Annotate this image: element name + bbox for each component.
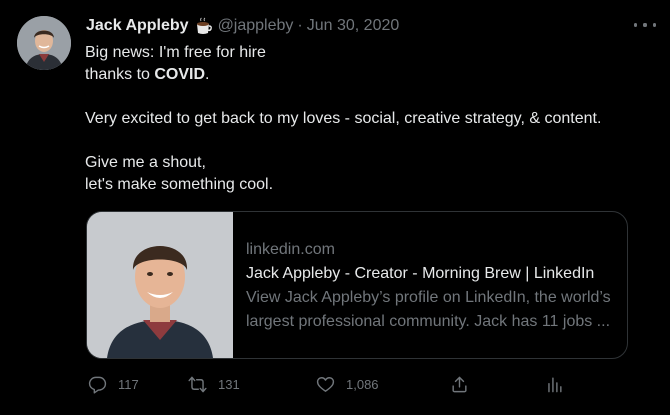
tweet-body: Big news: I'm free for hire thanks to CO…: [85, 42, 655, 196]
link-preview-description-line: largest professional community. Jack has…: [246, 313, 611, 330]
more-options-icon[interactable]: [634, 16, 656, 34]
tweet-actions: 117 131 1,086: [86, 371, 576, 397]
link-preview-image: [87, 212, 233, 358]
tweet-text-fragment: thanks to: [85, 66, 155, 83]
link-preview-card[interactable]: linkedin.com Jack Appleby - Creator - Mo…: [86, 211, 628, 359]
link-preview-title: Jack Appleby - Creator - Morning Brew | …: [246, 265, 595, 282]
like-count: 1,086: [346, 376, 379, 392]
retweet-icon: [188, 376, 207, 392]
reply-icon: [88, 376, 107, 394]
link-preview-domain: linkedin.com: [246, 241, 335, 258]
tweet-text-line: Give me a shout,: [85, 154, 206, 171]
author-handle[interactable]: @jappleby: [218, 17, 294, 35]
share-button[interactable]: [450, 371, 480, 397]
share-icon: [452, 376, 467, 392]
coffee-emoji-icon: [194, 17, 213, 36]
heart-icon: [316, 376, 335, 392]
analytics-icon: [548, 376, 562, 392]
tweet-text-line: thanks to COVID.: [85, 64, 655, 86]
retweet-count: 131: [218, 376, 240, 392]
analytics-button[interactable]: [545, 371, 575, 397]
link-preview-text: linkedin.com Jack Appleby - Creator - Mo…: [233, 212, 611, 358]
link-preview-description-line: View Jack Appleby’s profile on LinkedIn,…: [246, 289, 611, 306]
tweet-text-fragment: .: [205, 66, 210, 83]
header-separator: ·: [297, 17, 303, 34]
tweet: Jack Appleby @jappleby · Jun 30, 2020 Bi…: [0, 0, 670, 415]
tweet-text-line: Very excited to get back to my loves - s…: [85, 110, 602, 127]
tweet-date[interactable]: Jun 30, 2020: [307, 17, 400, 35]
avatar[interactable]: [17, 16, 71, 70]
reply-count: 117: [118, 376, 139, 392]
tweet-text-line: let's make something cool.: [85, 176, 274, 193]
retweet-button[interactable]: 131: [188, 371, 240, 397]
tweet-text-line: Big news: I'm free for hire: [85, 44, 266, 61]
like-button[interactable]: 1,086: [316, 371, 379, 397]
reply-button[interactable]: 117: [88, 371, 139, 397]
tweet-text-bold: COVID: [154, 66, 206, 83]
tweet-header: Jack Appleby @jappleby · Jun 30, 2020: [86, 14, 399, 38]
author-name[interactable]: Jack Appleby: [86, 17, 189, 35]
